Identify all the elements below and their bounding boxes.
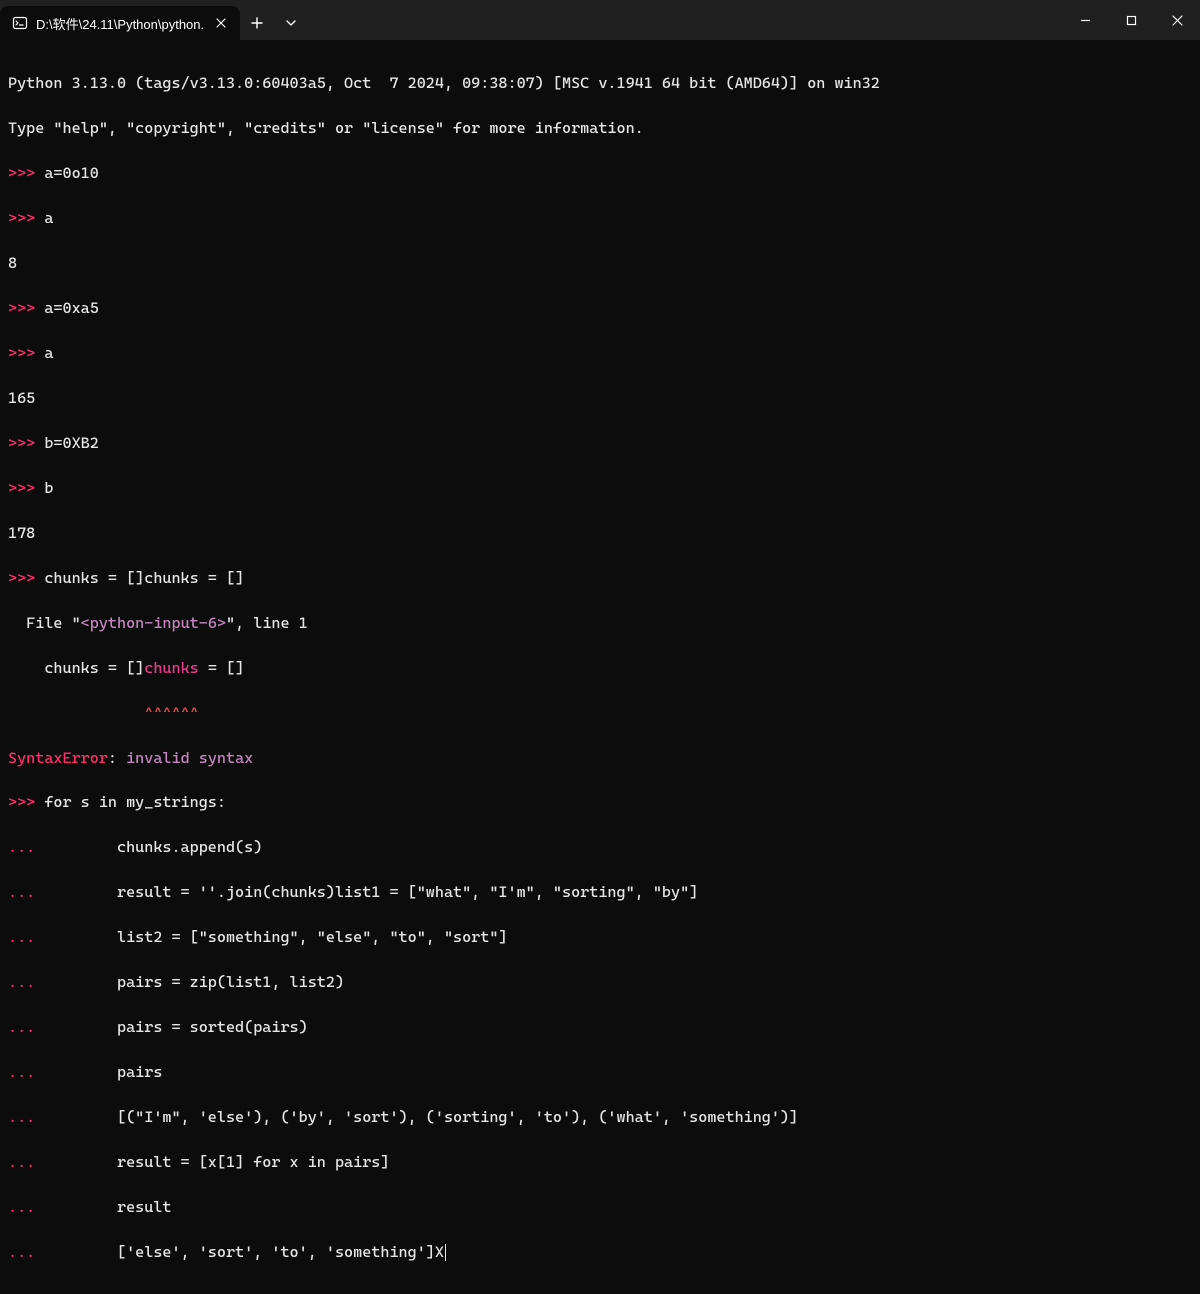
repl-line: >>> a=0xa5 — [8, 297, 1192, 319]
titlebar-drag-region[interactable] — [308, 0, 1062, 40]
traceback-caret-line: ^^^^^^ — [8, 702, 1192, 724]
repl-line: >>> for s in my_strings: — [8, 791, 1192, 813]
traceback-file-line: File "<python-input-6>", line 1 — [8, 612, 1192, 634]
repl-input: a — [44, 344, 53, 362]
close-window-button[interactable] — [1154, 0, 1200, 40]
repl-input: chunks = []chunks = [] — [44, 569, 244, 587]
window-controls — [1062, 0, 1200, 40]
prompt: >>> — [8, 479, 44, 497]
terminal-body[interactable]: Python 3.13.0 (tags/v3.13.0:60403a5, Oct… — [0, 40, 1200, 1294]
prompt-cont: ... — [8, 1153, 44, 1171]
repl-cont-line: ... pairs = sorted(pairs) — [8, 1016, 1192, 1038]
repl-output: 8 — [8, 252, 1192, 274]
repl-cont-line: ... [("I'm", 'else'), ('by', 'sort'), ('… — [8, 1106, 1192, 1128]
repl-input: result = [x[1] for x in pairs] — [44, 1153, 389, 1171]
banner-line: Python 3.13.0 (tags/v3.13.0:60403a5, Oct… — [8, 72, 1192, 94]
error-message: invalid syntax — [126, 749, 253, 767]
repl-line: >>> a=0o10 — [8, 162, 1192, 184]
repl-output: 165 — [8, 387, 1192, 409]
minimize-button[interactable] — [1062, 0, 1108, 40]
prompt-cont: ... — [8, 1108, 44, 1126]
repl-input: list2 = ["something", "else", "to", "sor… — [44, 928, 507, 946]
repl-input: ['else', 'sort', 'to', 'something']X — [44, 1243, 444, 1261]
repl-cont-line: ... list2 = ["something", "else", "to", … — [8, 926, 1192, 948]
repl-input: for s in my_strings: — [44, 793, 226, 811]
prompt-cont: ... — [8, 973, 44, 991]
repl-cont-line: ... result = ''.join(chunks)list1 = ["wh… — [8, 881, 1192, 903]
repl-line: >>> chunks = []chunks = [] — [8, 567, 1192, 589]
prompt: >>> — [8, 793, 44, 811]
prompt: >>> — [8, 299, 44, 317]
repl-output: 178 — [8, 522, 1192, 544]
prompt-cont: ... — [8, 928, 44, 946]
prompt-cont: ... — [8, 838, 44, 856]
tab-close-button[interactable] — [212, 14, 230, 32]
repl-input: chunks.append(s) — [44, 838, 262, 856]
repl-input: a=0o10 — [44, 164, 99, 182]
repl-input: pairs = sorted(pairs) — [44, 1018, 307, 1036]
titlebar: D:\软件\24.11\Python\python. — [0, 0, 1200, 40]
repl-input: [("I'm", 'else'), ('by', 'sort'), ('sort… — [44, 1108, 798, 1126]
repl-cont-line: ... pairs = zip(list1, list2) — [8, 971, 1192, 993]
repl-input: a — [44, 209, 53, 227]
maximize-button[interactable] — [1108, 0, 1154, 40]
tab-dropdown-button[interactable] — [274, 6, 308, 40]
repl-input: b — [44, 479, 53, 497]
terminal-icon — [12, 15, 28, 31]
repl-line: >>> a — [8, 207, 1192, 229]
prompt-cont: ... — [8, 1243, 44, 1261]
repl-cont-line: ... pairs — [8, 1061, 1192, 1083]
prompt-cont: ... — [8, 1018, 44, 1036]
repl-input: b=0XB2 — [44, 434, 99, 452]
repl-cont-line: ... result — [8, 1196, 1192, 1218]
repl-input: pairs — [44, 1063, 162, 1081]
prompt: >>> — [8, 209, 44, 227]
prompt: >>> — [8, 434, 44, 452]
banner-line: Type "help", "copyright", "credits" or "… — [8, 117, 1192, 139]
repl-cont-line: ... chunks.append(s) — [8, 836, 1192, 858]
repl-line: >>> b — [8, 477, 1192, 499]
prompt-cont: ... — [8, 1063, 44, 1081]
tab-active[interactable]: D:\软件\24.11\Python\python. — [0, 6, 240, 40]
prompt-cont: ... — [8, 1198, 44, 1216]
text-cursor — [445, 1244, 446, 1261]
prompt-cont: ... — [8, 883, 44, 901]
traceback-filename: <python-input-6> — [81, 614, 226, 632]
repl-input: a=0xa5 — [44, 299, 99, 317]
tab-title: D:\软件\24.11\Python\python. — [36, 14, 204, 33]
prompt: >>> — [8, 569, 44, 587]
prompt: >>> — [8, 164, 44, 182]
error-name: SyntaxError — [8, 749, 108, 767]
repl-input: result — [44, 1198, 171, 1216]
repl-input: pairs = zip(list1, list2) — [44, 973, 344, 991]
repl-line: >>> b=0XB2 — [8, 432, 1192, 454]
traceback-error-line: SyntaxError: invalid syntax — [8, 747, 1192, 769]
repl-line: >>> a — [8, 342, 1192, 364]
traceback-echo-line: chunks = []chunks = [] — [8, 657, 1192, 679]
prompt: >>> — [8, 344, 44, 362]
repl-cont-line: ... ['else', 'sort', 'to', 'something']X — [8, 1241, 1192, 1263]
new-tab-button[interactable] — [240, 6, 274, 40]
repl-cont-line: ... result = [x[1] for x in pairs] — [8, 1151, 1192, 1173]
repl-input: result = ''.join(chunks)list1 = ["what",… — [44, 883, 698, 901]
